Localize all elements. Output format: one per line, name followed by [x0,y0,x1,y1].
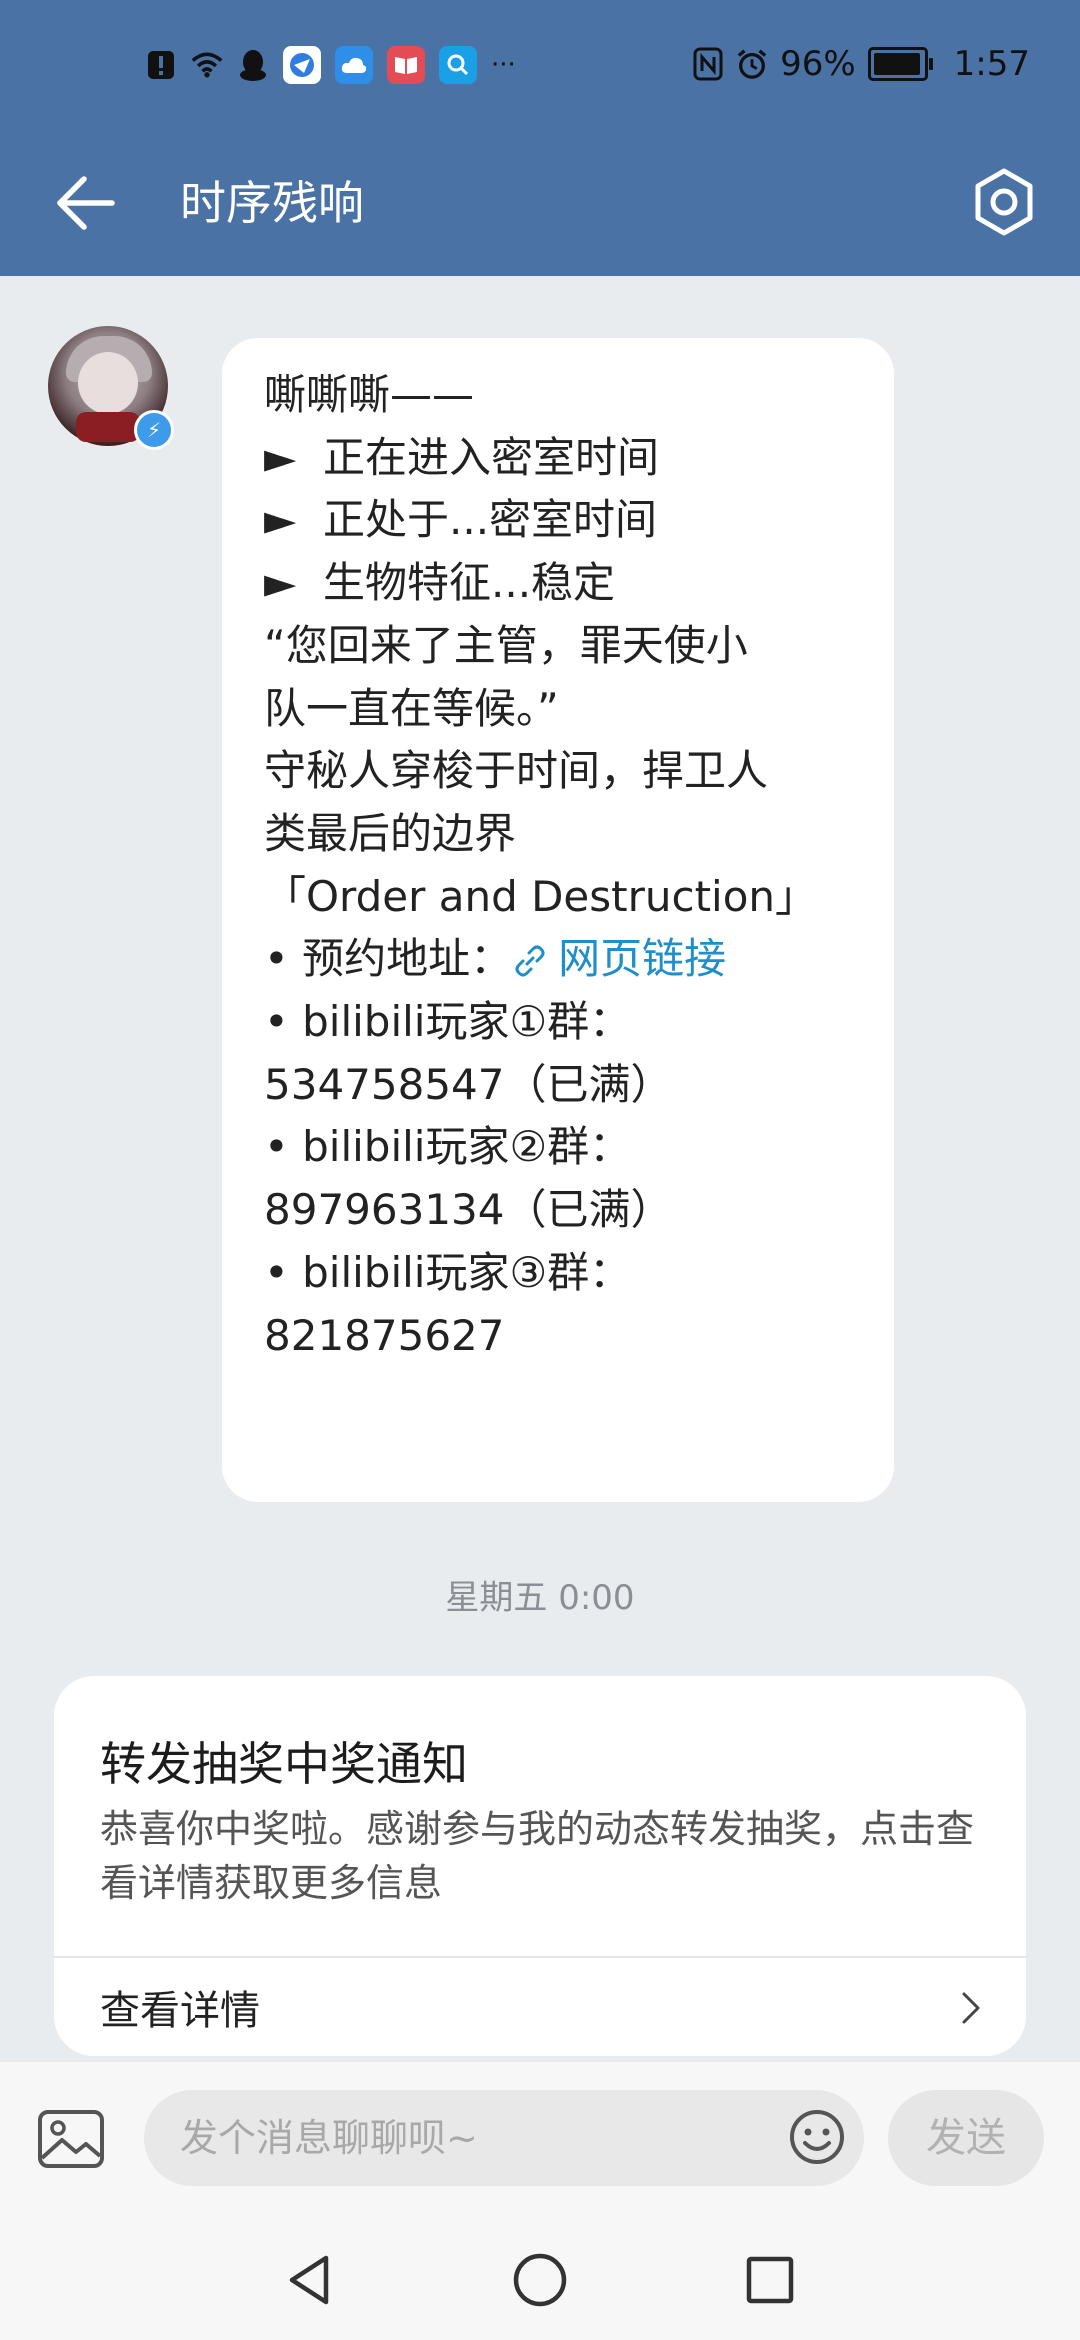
card-body: 恭喜你中奖啦。感谢参与我的动态转发抽奖，点击查看详情获取更多信息 [100,1807,975,1905]
link-icon [515,945,545,977]
message-line: 821875627 [264,1310,505,1360]
circle-home-icon [513,2253,567,2307]
message-line: 类最后的边界 [264,808,517,858]
clock: 1:57 [953,44,1030,84]
settings-button[interactable] [966,164,1042,240]
message-line: 队一直在等候。” [264,683,559,733]
message-line-with-link: • 预约地址： 网页链接 [264,928,854,991]
message-line: • bilibili玩家③群： [264,1247,632,1297]
search-app-icon [439,46,477,84]
verified-badge-icon: ⚡ [134,410,174,450]
page-title: 时序残响 [180,176,364,230]
battery-icon [867,47,933,81]
message-line: 534758547（已满） [264,1059,673,1109]
lottery-notification-card: 转发抽奖中奖通知 恭喜你中奖啦。感谢参与我的动态转发抽奖，点击查看详情获取更多信… [54,1676,1026,2056]
system-nav-bar [0,2212,1080,2340]
alarm-icon [736,48,768,80]
send-button[interactable]: 发送 [888,2090,1044,2186]
back-button[interactable] [52,168,122,238]
booking-address-label: • 预约地址： [264,934,513,984]
web-link[interactable]: 网页链接 [512,934,726,983]
emoji-icon [790,2110,844,2164]
nfc-icon [692,47,724,81]
triangle-back-icon [289,2255,329,2305]
wifi-icon [191,49,223,81]
message-line: • bilibili玩家①群： [264,997,632,1047]
message-line: ► 正处于...密室时间 [264,495,658,545]
image-icon [38,2110,104,2168]
emoji-button[interactable] [788,2108,846,2166]
status-right: 96% 1:57 [692,44,1030,84]
message-line: ► 生物特征...稳定 [264,558,616,608]
message-input[interactable] [144,2090,864,2186]
gear-icon [975,168,1033,236]
message-line: 嘶嘶嘶—— [264,370,475,419]
nav-recents-button[interactable] [740,2250,800,2310]
message-line: ► 正在进入密室时间 [264,432,660,482]
message-timestamp: 星期五 0:00 [445,1578,635,1618]
message-line: 「Order and Destruction」 [264,871,818,921]
web-link-label: 网页链接 [558,934,727,984]
nav-home-button[interactable] [510,2250,570,2310]
chevron-right-icon [962,1992,980,2024]
message-line: • bilibili玩家②群： [264,1122,632,1172]
message-bubble[interactable]: 嘶嘶嘶—— ► 正在进入密室时间 ► 正处于...密室时间 ► 生物特征...稳… [222,338,894,1502]
alert-icon [145,49,177,81]
top-app-bar: ··· 96% 1:57 时序残响 [0,0,1080,276]
message-line: “您回来了主管，罪天使小 [264,620,748,670]
message-input-bar: 发送 [0,2062,1080,2212]
status-bar: ··· 96% 1:57 [0,0,1080,130]
book-icon [387,46,425,84]
back-arrow-icon [57,176,115,230]
view-details-label: 查看详情 [100,1988,260,2034]
avatar[interactable]: ⚡ [48,326,174,450]
card-title: 转发抽奖中奖通知 [100,1737,468,1791]
browser-icon [283,46,321,84]
square-recents-icon [746,2256,794,2304]
battery-percent: 96% [780,44,856,84]
more-status-indicator: ··· [491,50,516,80]
view-details-button[interactable]: 查看详情 [54,1958,1026,2056]
status-left-icons: ··· [145,46,516,84]
message-line: 守秘人穿梭于时间，捍卫人 [264,746,769,796]
nav-back-button[interactable] [280,2250,340,2310]
cloud-icon [335,46,373,84]
header: 时序残响 [0,130,1080,276]
message-line: 897963134（已满） [264,1185,673,1235]
image-picker-button[interactable] [36,2108,106,2170]
qq-icon [237,49,269,81]
battery-level-fill [873,53,920,75]
